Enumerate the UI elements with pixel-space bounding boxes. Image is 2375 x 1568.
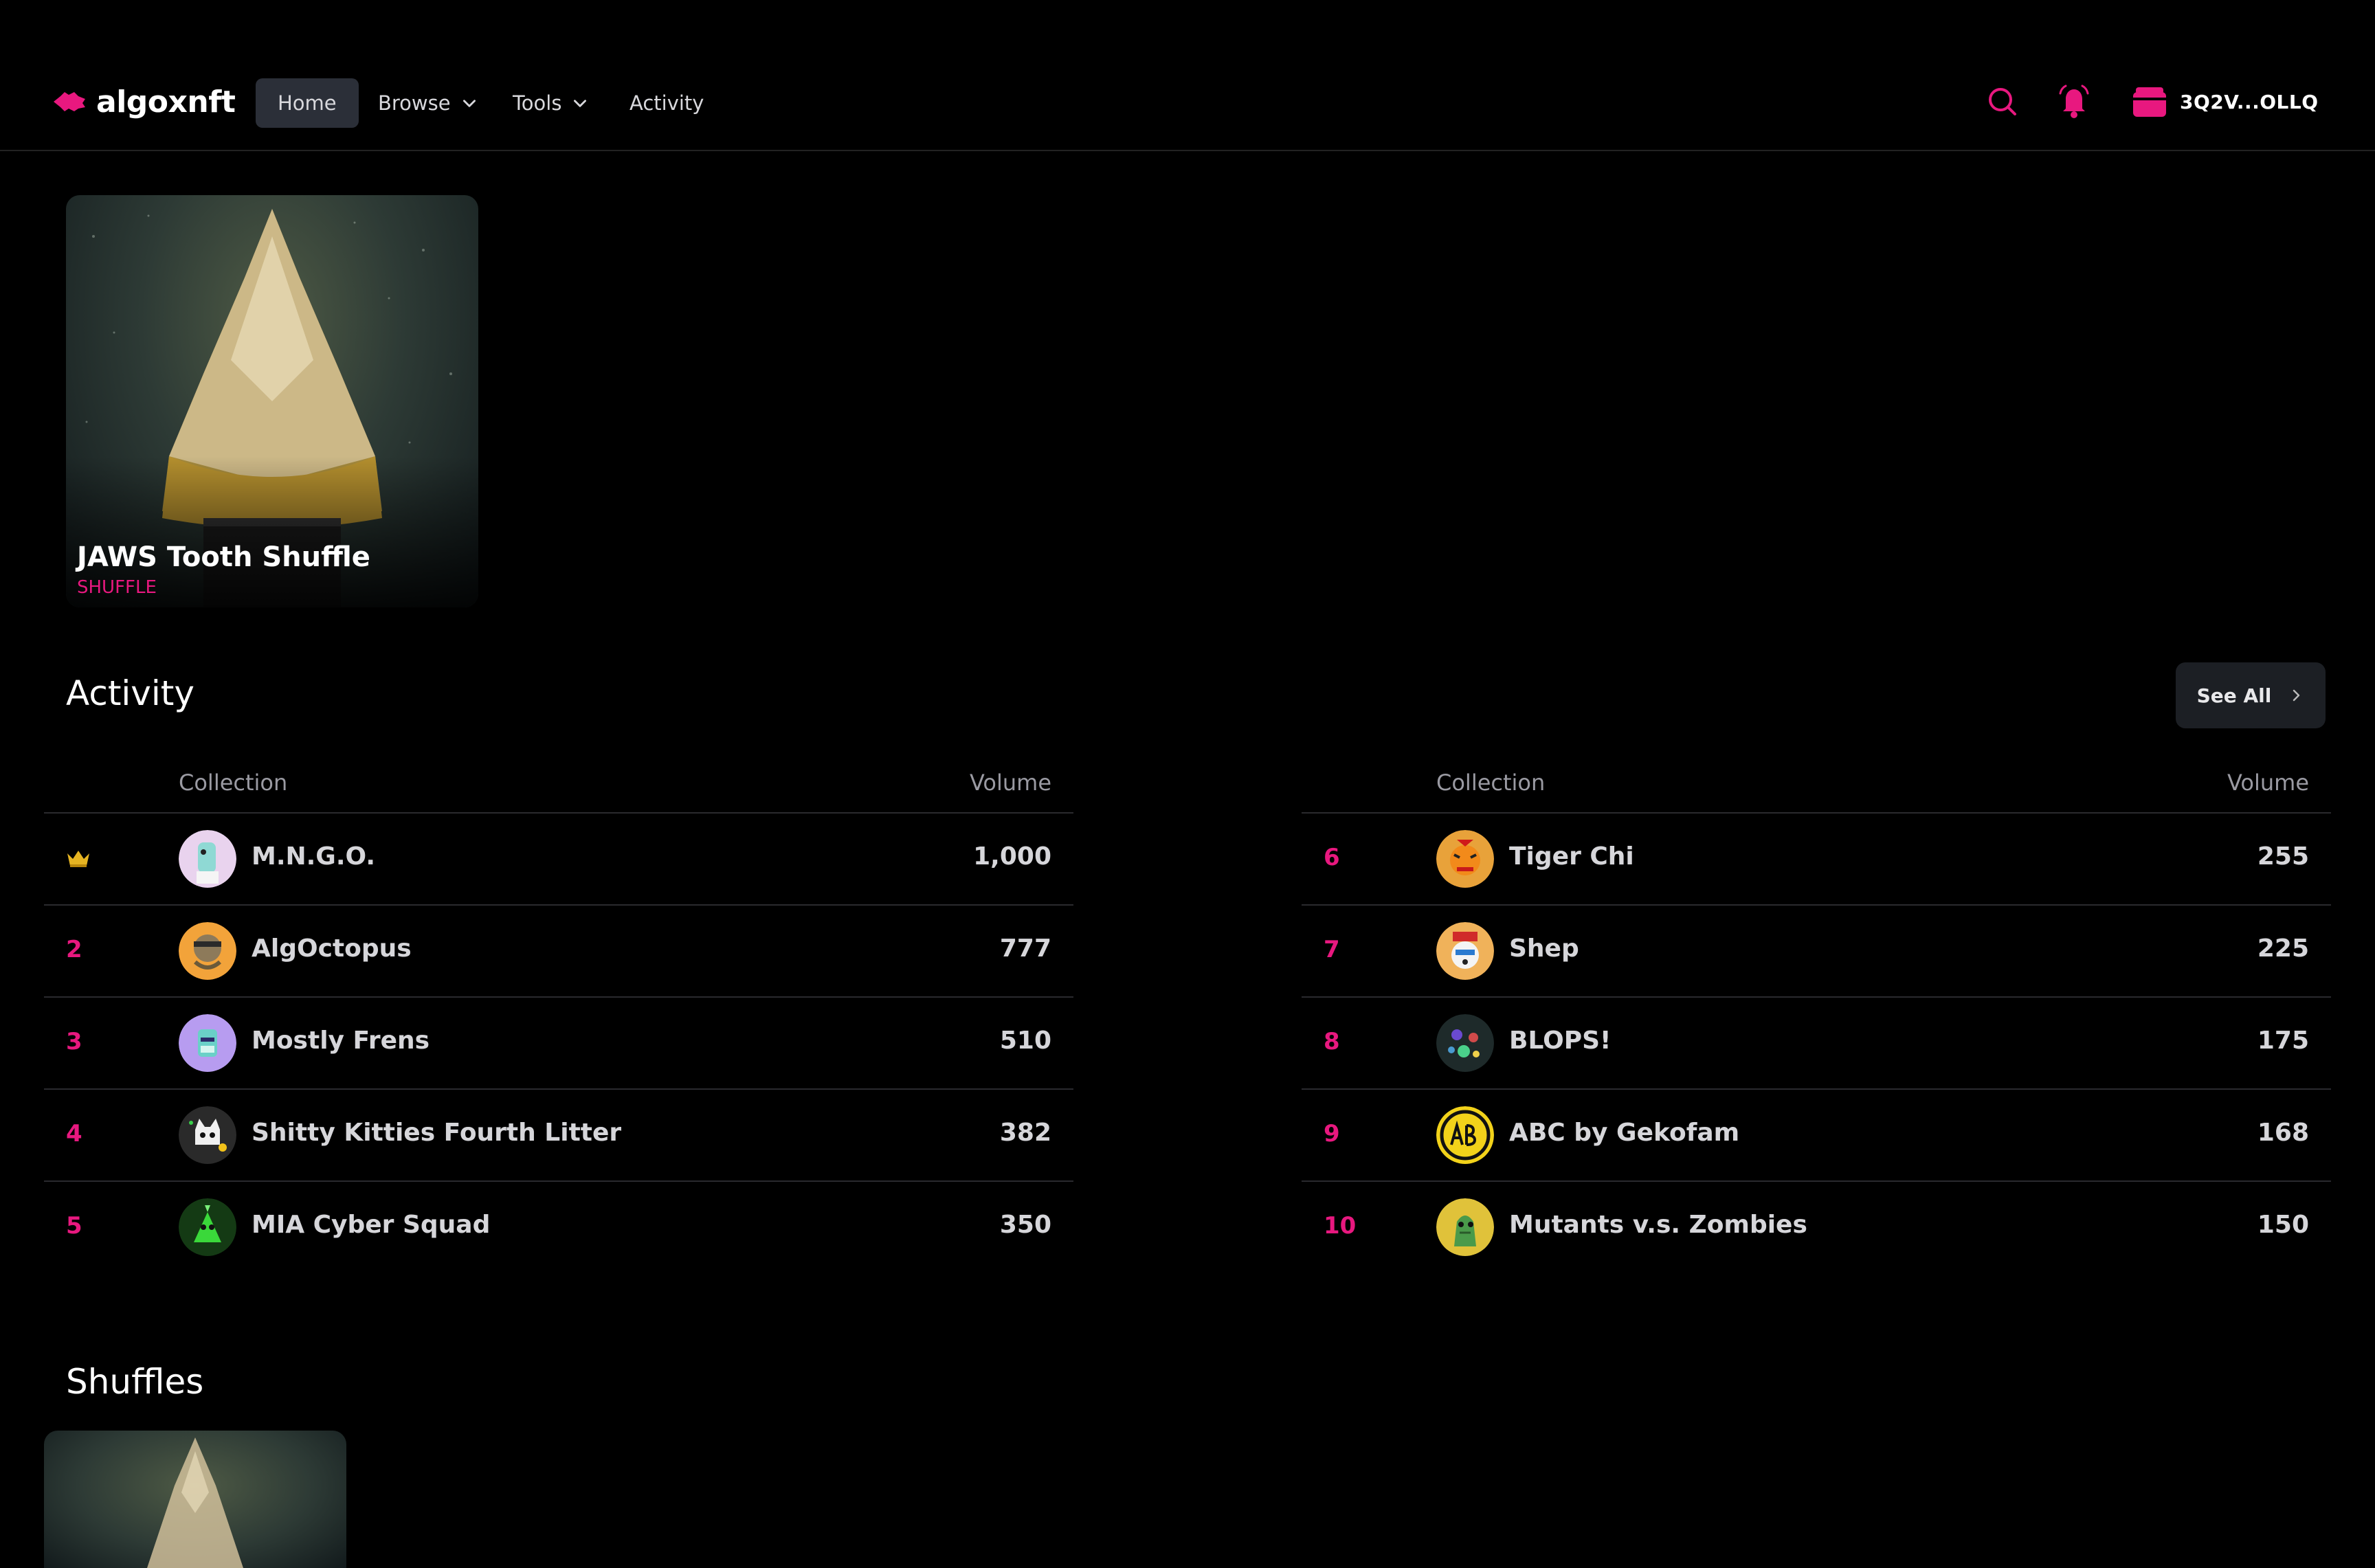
column-collection: Collection xyxy=(179,770,288,796)
nav-browse-label: Browse xyxy=(378,91,451,115)
table-row[interactable]: M.N.G.O. 1,000 xyxy=(44,814,1073,906)
featured-shuffle-card[interactable]: JAWS Tooth Shuffle SHUFFLE xyxy=(66,195,478,607)
rank: 2 xyxy=(66,936,82,963)
table-row[interactable]: 7 Shep 225 xyxy=(1302,906,2331,998)
activity-table-right: Collection Volume 6 Tiger Chi 255 7 Shep… xyxy=(1302,760,2331,1273)
featured-title: JAWS Tooth Shuffle xyxy=(77,541,370,573)
collection-volume: 510 xyxy=(999,1027,1051,1055)
collection-volume: 350 xyxy=(999,1211,1051,1239)
column-volume: Volume xyxy=(2227,770,2309,796)
featured-subtitle: SHUFFLE xyxy=(77,577,157,598)
shuffle-card[interactable] xyxy=(44,1431,346,1568)
top-nav: algoxnft Home Browse Tools Activity 3Q2V… xyxy=(0,0,2375,151)
collection-volume: 255 xyxy=(2257,842,2309,871)
collection-volume: 777 xyxy=(999,934,1051,963)
collection-name: ABC by Gekofam xyxy=(1509,1119,1740,1147)
wallet-icon xyxy=(2133,87,2166,117)
collection-name: Mutants v.s. Zombies xyxy=(1509,1211,1807,1239)
table-row[interactable]: 10 Mutants v.s. Zombies 150 xyxy=(1302,1182,2331,1273)
rank: 3 xyxy=(66,1028,82,1055)
collection-name: MIA Cyber Squad xyxy=(252,1211,491,1239)
table-header: Collection Volume xyxy=(1302,760,2331,814)
wallet-address: 3Q2V...OLLQ xyxy=(2180,90,2319,113)
rank: 10 xyxy=(1324,1212,1357,1240)
collection-name: Mostly Frens xyxy=(252,1027,430,1055)
table-header: Collection Volume xyxy=(44,760,1073,814)
collection-avatar xyxy=(179,1198,236,1256)
table-row[interactable]: 6 Tiger Chi 255 xyxy=(1302,814,2331,906)
rank: 9 xyxy=(1324,1120,1340,1147)
nav-home[interactable]: Home xyxy=(256,78,359,128)
table-row[interactable]: 9 ABC by Gekofam 168 xyxy=(1302,1090,2331,1182)
rank: 5 xyxy=(66,1212,82,1240)
collection-volume: 382 xyxy=(999,1119,1051,1147)
chevron-down-icon xyxy=(462,100,476,107)
collection-avatar xyxy=(1436,830,1494,888)
collection-name: Shep xyxy=(1509,934,1579,963)
nav-home-label: Home xyxy=(278,91,337,115)
collection-avatar xyxy=(1436,1198,1494,1256)
collection-name: AlgOctopus xyxy=(252,934,412,963)
rank: 7 xyxy=(1324,936,1340,963)
table-row[interactable]: 2 AlgOctopus 777 xyxy=(44,906,1073,998)
bell-icon[interactable] xyxy=(2053,81,2095,122)
logo-icon xyxy=(54,92,85,111)
collection-avatar xyxy=(1436,1106,1494,1164)
see-all-button[interactable]: See All xyxy=(2176,662,2326,728)
collection-avatar xyxy=(1436,922,1494,980)
collection-volume: 225 xyxy=(2257,934,2309,963)
nav-activity[interactable]: Activity xyxy=(629,78,704,128)
brand-logo[interactable]: algoxnft xyxy=(51,81,236,122)
nav-browse[interactable]: Browse xyxy=(378,78,478,128)
wallet-button[interactable]: 3Q2V...OLLQ xyxy=(2132,81,2319,122)
collection-avatar xyxy=(179,922,236,980)
nav-tools[interactable]: Tools xyxy=(513,78,589,128)
collection-avatar xyxy=(179,1014,236,1072)
nav-tools-label: Tools xyxy=(513,91,562,115)
shuffles-heading: Shuffles xyxy=(66,1362,204,1402)
see-all-label: See All xyxy=(2196,684,2272,707)
collection-avatar xyxy=(1436,1014,1494,1072)
column-collection: Collection xyxy=(1436,770,1546,796)
table-row[interactable]: 3 Mostly Frens 510 xyxy=(44,998,1073,1090)
shark-tooth-artwork xyxy=(147,1437,243,1568)
collection-avatar xyxy=(179,1106,236,1164)
activity-heading: Activity xyxy=(66,673,194,713)
table-row[interactable]: 4 Shitty Kitties Fourth Litter 382 xyxy=(44,1090,1073,1182)
nav-activity-label: Activity xyxy=(629,91,704,115)
collection-volume: 175 xyxy=(2257,1027,2309,1055)
crown-icon xyxy=(67,851,89,867)
table-row[interactable]: 5 MIA Cyber Squad 350 xyxy=(44,1182,1073,1273)
chevron-right-icon xyxy=(2293,689,2300,702)
collection-avatar xyxy=(179,830,236,888)
collection-name: Tiger Chi xyxy=(1509,842,1634,871)
collection-volume: 168 xyxy=(2257,1119,2309,1147)
rank: 8 xyxy=(1324,1028,1340,1055)
rank: 6 xyxy=(1324,844,1340,871)
collection-volume: 1,000 xyxy=(973,842,1051,871)
column-volume: Volume xyxy=(969,770,1051,796)
collection-name: BLOPS! xyxy=(1509,1027,1612,1055)
brand-name: algoxnft xyxy=(96,84,236,120)
table-row[interactable]: 8 BLOPS! 175 xyxy=(1302,998,2331,1090)
rank: 4 xyxy=(66,1120,82,1147)
chevron-down-icon xyxy=(574,100,587,107)
collection-name: M.N.G.O. xyxy=(252,842,376,871)
search-icon[interactable] xyxy=(1982,81,2023,122)
collection-volume: 150 xyxy=(2257,1211,2309,1239)
activity-table-left: Collection Volume M.N.G.O. 1,000 2 AlgOc… xyxy=(44,760,1073,1273)
collection-name: Shitty Kitties Fourth Litter xyxy=(252,1119,622,1147)
